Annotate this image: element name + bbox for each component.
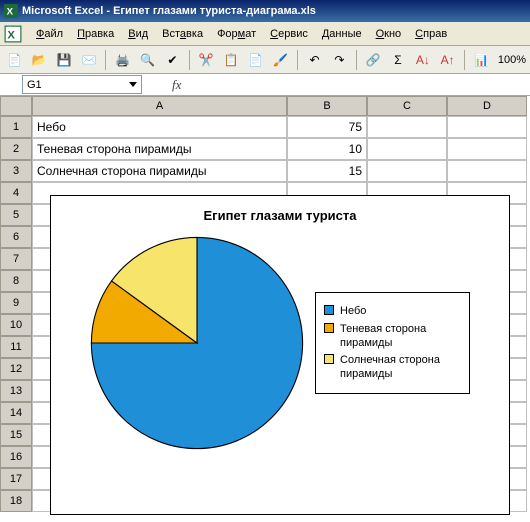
zoom-box[interactable]: 100%: [496, 54, 526, 66]
sort-desc-icon[interactable]: A↑: [437, 49, 458, 71]
cell-C2[interactable]: [367, 138, 447, 160]
col-header-A[interactable]: A: [32, 96, 287, 116]
undo-icon[interactable]: ↶: [304, 49, 325, 71]
spellcheck-icon[interactable]: ✔: [162, 49, 183, 71]
new-icon[interactable]: 📄: [4, 49, 25, 71]
select-all-corner[interactable]: [0, 96, 32, 116]
chart-legend: Небо Теневая сторона пирамидыСолнечная ст…: [315, 292, 470, 393]
menu-help[interactable]: Справ: [409, 26, 453, 42]
menu-window[interactable]: Окно: [370, 26, 408, 42]
separator: [105, 50, 106, 70]
legend-color-box: [324, 354, 334, 364]
cell-A2[interactable]: Теневая сторона пирамиды: [32, 138, 287, 160]
sort-asc-icon[interactable]: A↓: [412, 49, 433, 71]
legend-label: Теневая сторона пирамиды: [340, 322, 461, 351]
row-header[interactable]: 10: [0, 314, 32, 336]
link-icon[interactable]: 🔗: [363, 49, 384, 71]
svg-text:X: X: [7, 29, 15, 41]
legend-color-box: [324, 323, 334, 333]
legend-item: Солнечная сторона пирамиды: [324, 353, 461, 382]
embedded-chart[interactable]: Египет глазами туриста Небо Теневая сторо…: [50, 195, 510, 515]
fx-label[interactable]: fx: [172, 77, 181, 93]
mail-icon[interactable]: ✉️: [79, 49, 100, 71]
legend-color-box: [324, 305, 334, 315]
row-header[interactable]: 1: [0, 116, 32, 138]
name-box[interactable]: G1: [22, 75, 142, 94]
svg-text:X: X: [7, 7, 14, 18]
autosum-icon[interactable]: Σ: [388, 49, 409, 71]
row-header[interactable]: 12: [0, 358, 32, 380]
spreadsheet-grid: A B C D: [0, 96, 530, 116]
cell-D2[interactable]: [447, 138, 527, 160]
cut-icon[interactable]: ✂️: [196, 49, 217, 71]
chart-title: Египет глазами туриста: [51, 208, 509, 223]
row-header[interactable]: 15: [0, 424, 32, 446]
menu-edit[interactable]: Правка: [71, 26, 120, 42]
legend-label: Небо: [340, 304, 366, 318]
open-icon[interactable]: 📂: [29, 49, 50, 71]
legend-label: Солнечная сторона пирамиды: [340, 353, 461, 382]
menu-format[interactable]: Формат: [211, 26, 262, 42]
menu-bar: X Файл Правка Вид Вставка Формат Сервис …: [0, 22, 530, 46]
separator: [189, 50, 190, 70]
separator: [297, 50, 298, 70]
cell-A3[interactable]: Солнечная сторона пирамиды: [32, 160, 287, 182]
row-header[interactable]: 8: [0, 270, 32, 292]
pie-chart: [87, 233, 307, 453]
row-header[interactable]: 7: [0, 248, 32, 270]
row-header[interactable]: 13: [0, 380, 32, 402]
excel-icon: X: [4, 4, 18, 18]
row-header[interactable]: 9: [0, 292, 32, 314]
cell-D1[interactable]: [447, 116, 527, 138]
cell-C3[interactable]: [367, 160, 447, 182]
separator: [464, 50, 465, 70]
row-header[interactable]: 18: [0, 490, 32, 512]
toolbar: 📄 📂 💾 ✉️ 🖨️ 🔍 ✔ ✂️ 📋 📄 🖌️ ↶ ↷ 🔗 Σ A↓ A↑ …: [0, 46, 530, 74]
menu-view[interactable]: Вид: [122, 26, 154, 42]
format-painter-icon[interactable]: 🖌️: [270, 49, 291, 71]
col-header-C[interactable]: C: [367, 96, 447, 116]
cell-C1[interactable]: [367, 116, 447, 138]
row-header[interactable]: 4: [0, 182, 32, 204]
menu-insert[interactable]: Вставка: [156, 26, 209, 42]
legend-item: Небо: [324, 304, 461, 318]
redo-icon[interactable]: ↷: [329, 49, 350, 71]
formula-bar: G1 fx: [0, 74, 530, 96]
cell-D3[interactable]: [447, 160, 527, 182]
paste-icon[interactable]: 📄: [245, 49, 266, 71]
row-header[interactable]: 2: [0, 138, 32, 160]
cell-B3[interactable]: 15: [287, 160, 367, 182]
row-header[interactable]: 11: [0, 336, 32, 358]
name-box-value: G1: [27, 79, 42, 91]
save-icon[interactable]: 💾: [54, 49, 75, 71]
chevron-down-icon[interactable]: [129, 82, 137, 87]
col-header-B[interactable]: B: [287, 96, 367, 116]
row-header[interactable]: 16: [0, 446, 32, 468]
separator: [356, 50, 357, 70]
cell-B2[interactable]: 10: [287, 138, 367, 160]
row-header[interactable]: 14: [0, 402, 32, 424]
row-header[interactable]: 6: [0, 226, 32, 248]
row-header[interactable]: 17: [0, 468, 32, 490]
document-icon[interactable]: X: [4, 25, 22, 43]
menu-data[interactable]: Данные: [316, 26, 368, 42]
row-header[interactable]: 5: [0, 204, 32, 226]
legend-item: Теневая сторона пирамиды: [324, 322, 461, 351]
chart-icon[interactable]: 📊: [471, 49, 492, 71]
copy-icon[interactable]: 📋: [221, 49, 242, 71]
menu-tools[interactable]: Сервис: [264, 26, 314, 42]
col-header-D[interactable]: D: [447, 96, 527, 116]
row-header[interactable]: 3: [0, 160, 32, 182]
window-title: Microsoft Excel - Египет глазами туриста…: [22, 5, 316, 17]
cell-A1[interactable]: Небо: [32, 116, 287, 138]
title-bar: X Microsoft Excel - Египет глазами турис…: [0, 0, 530, 22]
cell-B1[interactable]: 75: [287, 116, 367, 138]
menu-file[interactable]: Файл: [30, 26, 69, 42]
print-icon[interactable]: 🖨️: [112, 49, 133, 71]
preview-icon[interactable]: 🔍: [137, 49, 158, 71]
